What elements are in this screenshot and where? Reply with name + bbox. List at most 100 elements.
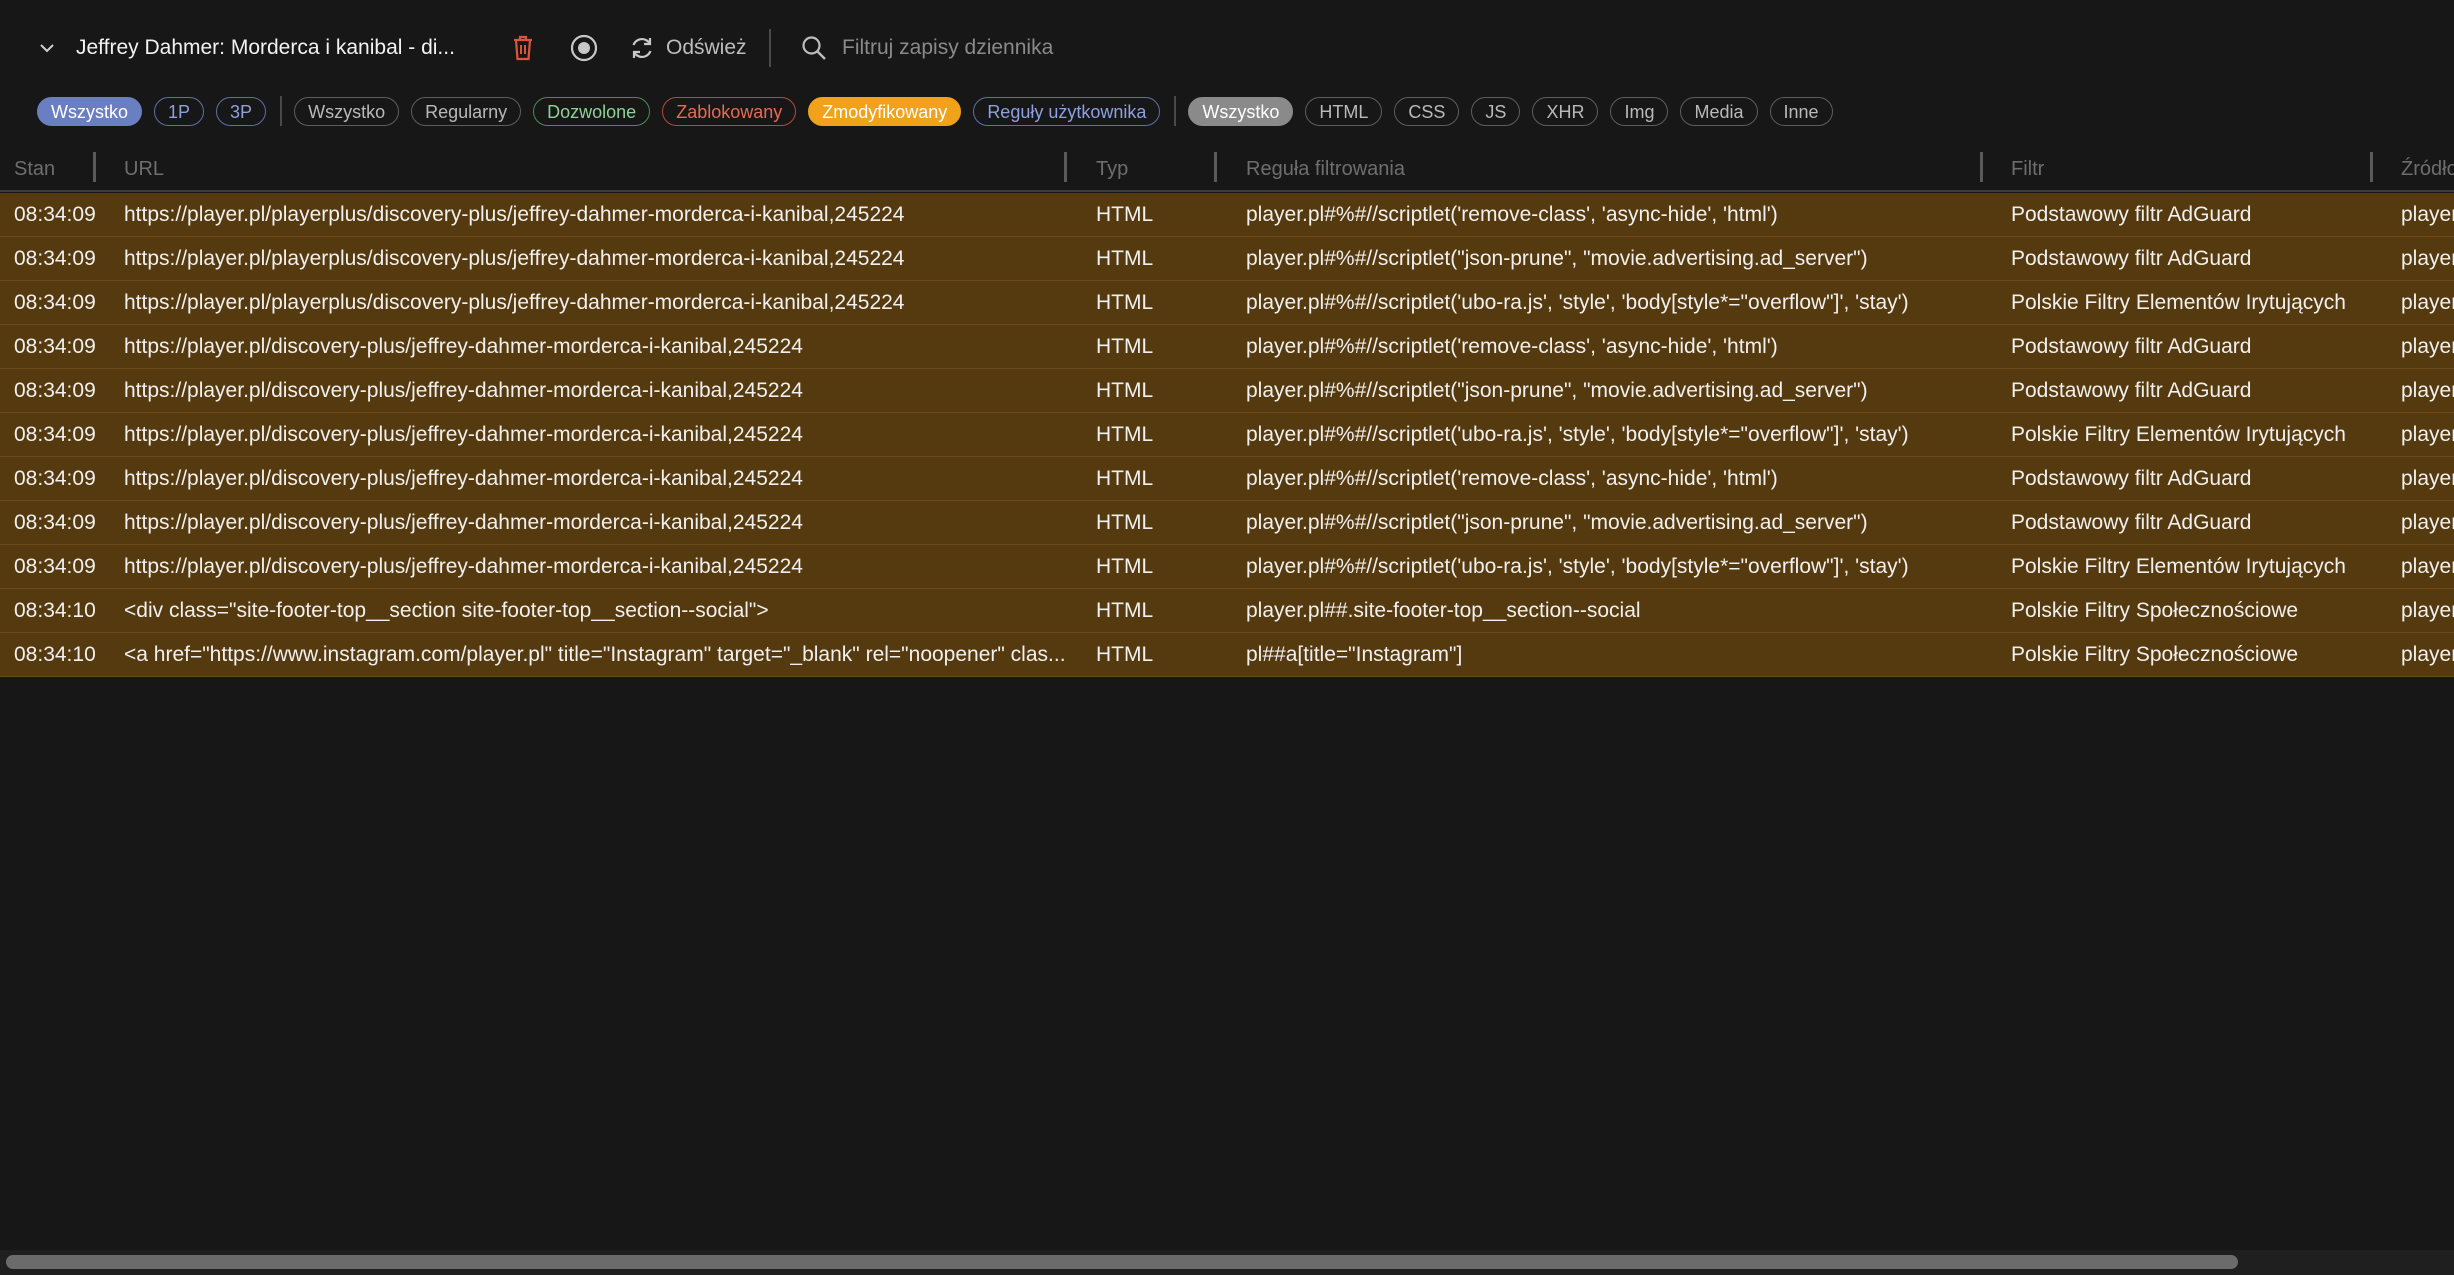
column-resize-handle[interactable]	[1214, 152, 1217, 182]
cell-type: HTML	[1096, 203, 1154, 226]
scrollbar-thumb[interactable]	[6, 1255, 2238, 1269]
cell-type: HTML	[1096, 247, 1154, 270]
cell-filter: Podstawowy filtr AdGuard	[2011, 511, 2252, 534]
cell-rule: player.pl#%#//scriptlet('ubo-ra.js', 'st…	[1246, 423, 1909, 446]
cell-time: 08:34:09	[14, 291, 96, 314]
record-icon	[570, 34, 598, 62]
cell-rule: player.pl#%#//scriptlet('ubo-ra.js', 'st…	[1246, 291, 1909, 314]
chip-type-js[interactable]: JS	[1471, 96, 1521, 126]
column-header-time[interactable]: Stan	[14, 148, 55, 190]
cell-type: HTML	[1096, 379, 1154, 402]
table-row[interactable]: 08:34:10 <div class="site-footer-top__sec…	[0, 589, 2454, 633]
chip-type-other[interactable]: Inne	[1769, 96, 1833, 126]
table-row[interactable]: 08:34:09 https://player.pl/discovery-plus…	[0, 457, 2454, 501]
chip-user-rules[interactable]: Reguły użytkownika	[973, 96, 1161, 126]
cell-type: HTML	[1096, 511, 1154, 534]
cell-url: <div class="site-footer-top__section sit…	[124, 599, 769, 622]
record-button[interactable]	[566, 30, 602, 66]
cell-url: https://player.pl/discovery-plus/jeffrey…	[124, 555, 803, 578]
cell-type: HTML	[1096, 291, 1154, 314]
table-row[interactable]: 08:34:10 <a href="https://www.instagram.c…	[0, 633, 2454, 677]
chip-divider	[280, 96, 283, 126]
chip-party-all[interactable]: Wszystko	[37, 96, 143, 126]
cell-url: https://player.pl/discovery-plus/jeffrey…	[124, 335, 803, 358]
cell-rule: pl##a[title="Instagram"]	[1246, 643, 1463, 666]
cell-filter: Podstawowy filtr AdGuard	[2011, 203, 2252, 226]
clear-log-button[interactable]	[505, 30, 541, 66]
cell-url: https://player.pl/discovery-plus/jeffrey…	[124, 511, 803, 534]
table-row[interactable]: 08:34:09 https://player.pl/discovery-plus…	[0, 501, 2454, 545]
cell-source: player.pl	[2401, 291, 2454, 314]
cell-filter: Polskie Filtry Elementów Irytujących	[2011, 555, 2346, 578]
refresh-icon	[632, 37, 652, 59]
chip-third-party[interactable]: 3P	[216, 96, 267, 126]
column-header-type[interactable]: Typ	[1096, 148, 1128, 190]
chip-type-img[interactable]: Img	[1610, 96, 1669, 126]
table-row[interactable]: 08:34:09 https://player.pl/discovery-plus…	[0, 545, 2454, 589]
refresh-button[interactable]: Odśwież	[628, 30, 747, 66]
cell-filter: Podstawowy filtr AdGuard	[2011, 247, 2252, 270]
chip-type-media[interactable]: Media	[1680, 96, 1758, 126]
toolbar: Jeffrey Dahmer: Morderca i kanibal - di.…	[0, 0, 2454, 96]
chevron-down-icon	[40, 44, 54, 53]
cell-source: player.pl	[2401, 379, 2454, 402]
table-row[interactable]: 08:34:09 https://player.pl/discovery-plus…	[0, 369, 2454, 413]
chip-blocked[interactable]: Zablokowany	[662, 96, 797, 126]
refresh-label: Odśwież	[666, 36, 747, 59]
chip-type-html[interactable]: HTML	[1305, 96, 1383, 126]
cell-url: https://player.pl/discovery-plus/jeffrey…	[124, 423, 803, 446]
cell-source: player.pl	[2401, 643, 2454, 666]
cell-time: 08:34:09	[14, 467, 96, 490]
cell-time: 08:34:09	[14, 511, 96, 534]
chip-allowed[interactable]: Dozwolone	[533, 96, 651, 126]
chip-type-xhr[interactable]: XHR	[1532, 96, 1599, 126]
cell-url: https://player.pl/playerplus/discovery-p…	[124, 247, 905, 270]
table-row[interactable]: 08:34:09 https://player.pl/playerplus/dis…	[0, 193, 2454, 237]
tab-selector[interactable]: Jeffrey Dahmer: Morderca i kanibal - di.…	[36, 30, 455, 66]
search-input[interactable]	[840, 35, 1364, 61]
cell-url: <a href="https://www.instagram.com/playe…	[124, 643, 1066, 666]
column-resize-handle[interactable]	[93, 152, 96, 182]
cell-url: https://player.pl/discovery-plus/jeffrey…	[124, 467, 803, 490]
cell-time: 08:34:09	[14, 379, 96, 402]
column-header-url[interactable]: URL	[124, 148, 164, 190]
chip-modified[interactable]: Zmodyfikowany	[808, 96, 962, 126]
column-header-source[interactable]: Źródło	[2401, 148, 2454, 190]
cell-filter: Polskie Filtry Elementów Irytujących	[2011, 291, 2346, 314]
cell-source: player.pl	[2401, 247, 2454, 270]
column-resize-handle[interactable]	[1064, 152, 1067, 182]
column-resize-handle[interactable]	[2370, 152, 2373, 182]
cell-url: https://player.pl/playerplus/discovery-p…	[124, 203, 905, 226]
cell-type: HTML	[1096, 599, 1154, 622]
cell-source: player.pl	[2401, 423, 2454, 446]
cell-filter: Podstawowy filtr AdGuard	[2011, 379, 2252, 402]
trash-icon	[514, 35, 532, 61]
table-row[interactable]: 08:34:09 https://player.pl/discovery-plus…	[0, 413, 2454, 457]
column-header-filter[interactable]: Filtr	[2011, 148, 2044, 190]
chip-divider	[1174, 96, 1177, 126]
table-row[interactable]: 08:34:09 https://player.pl/playerplus/dis…	[0, 237, 2454, 281]
horizontal-scrollbar[interactable]	[0, 1250, 2454, 1275]
chip-type-all[interactable]: Wszystko	[1188, 96, 1294, 126]
chip-regular[interactable]: Regularny	[411, 96, 522, 126]
search-box	[800, 28, 1400, 68]
cell-rule: player.pl#%#//scriptlet("json-prune", "m…	[1246, 247, 1868, 270]
cell-type: HTML	[1096, 335, 1154, 358]
cell-rule: player.pl#%#//scriptlet("json-prune", "m…	[1246, 379, 1868, 402]
cell-source: player.pl	[2401, 599, 2454, 622]
cell-filter: Podstawowy filtr AdGuard	[2011, 467, 2252, 490]
cell-time: 08:34:10	[14, 643, 96, 666]
chip-first-party[interactable]: 1P	[154, 96, 205, 126]
chip-type-css[interactable]: CSS	[1394, 96, 1460, 126]
table-row[interactable]: 08:34:09 https://player.pl/discovery-plus…	[0, 325, 2454, 369]
cell-rule: player.pl##.site-footer-top__section--so…	[1246, 599, 1641, 622]
cell-time: 08:34:09	[14, 555, 96, 578]
column-resize-handle[interactable]	[1980, 152, 1983, 182]
column-header-rule[interactable]: Reguła filtrowania	[1246, 148, 1405, 190]
cell-source: player.pl	[2401, 467, 2454, 490]
cell-rule: player.pl#%#//scriptlet('remove-class', …	[1246, 203, 1778, 226]
filter-chips: Wszystko 1P 3P Wszystko Regularny Dozwol…	[37, 95, 1845, 127]
cell-rule: player.pl#%#//scriptlet('remove-class', …	[1246, 335, 1778, 358]
chip-status-all[interactable]: Wszystko	[294, 96, 400, 126]
table-row[interactable]: 08:34:09 https://player.pl/playerplus/dis…	[0, 281, 2454, 325]
